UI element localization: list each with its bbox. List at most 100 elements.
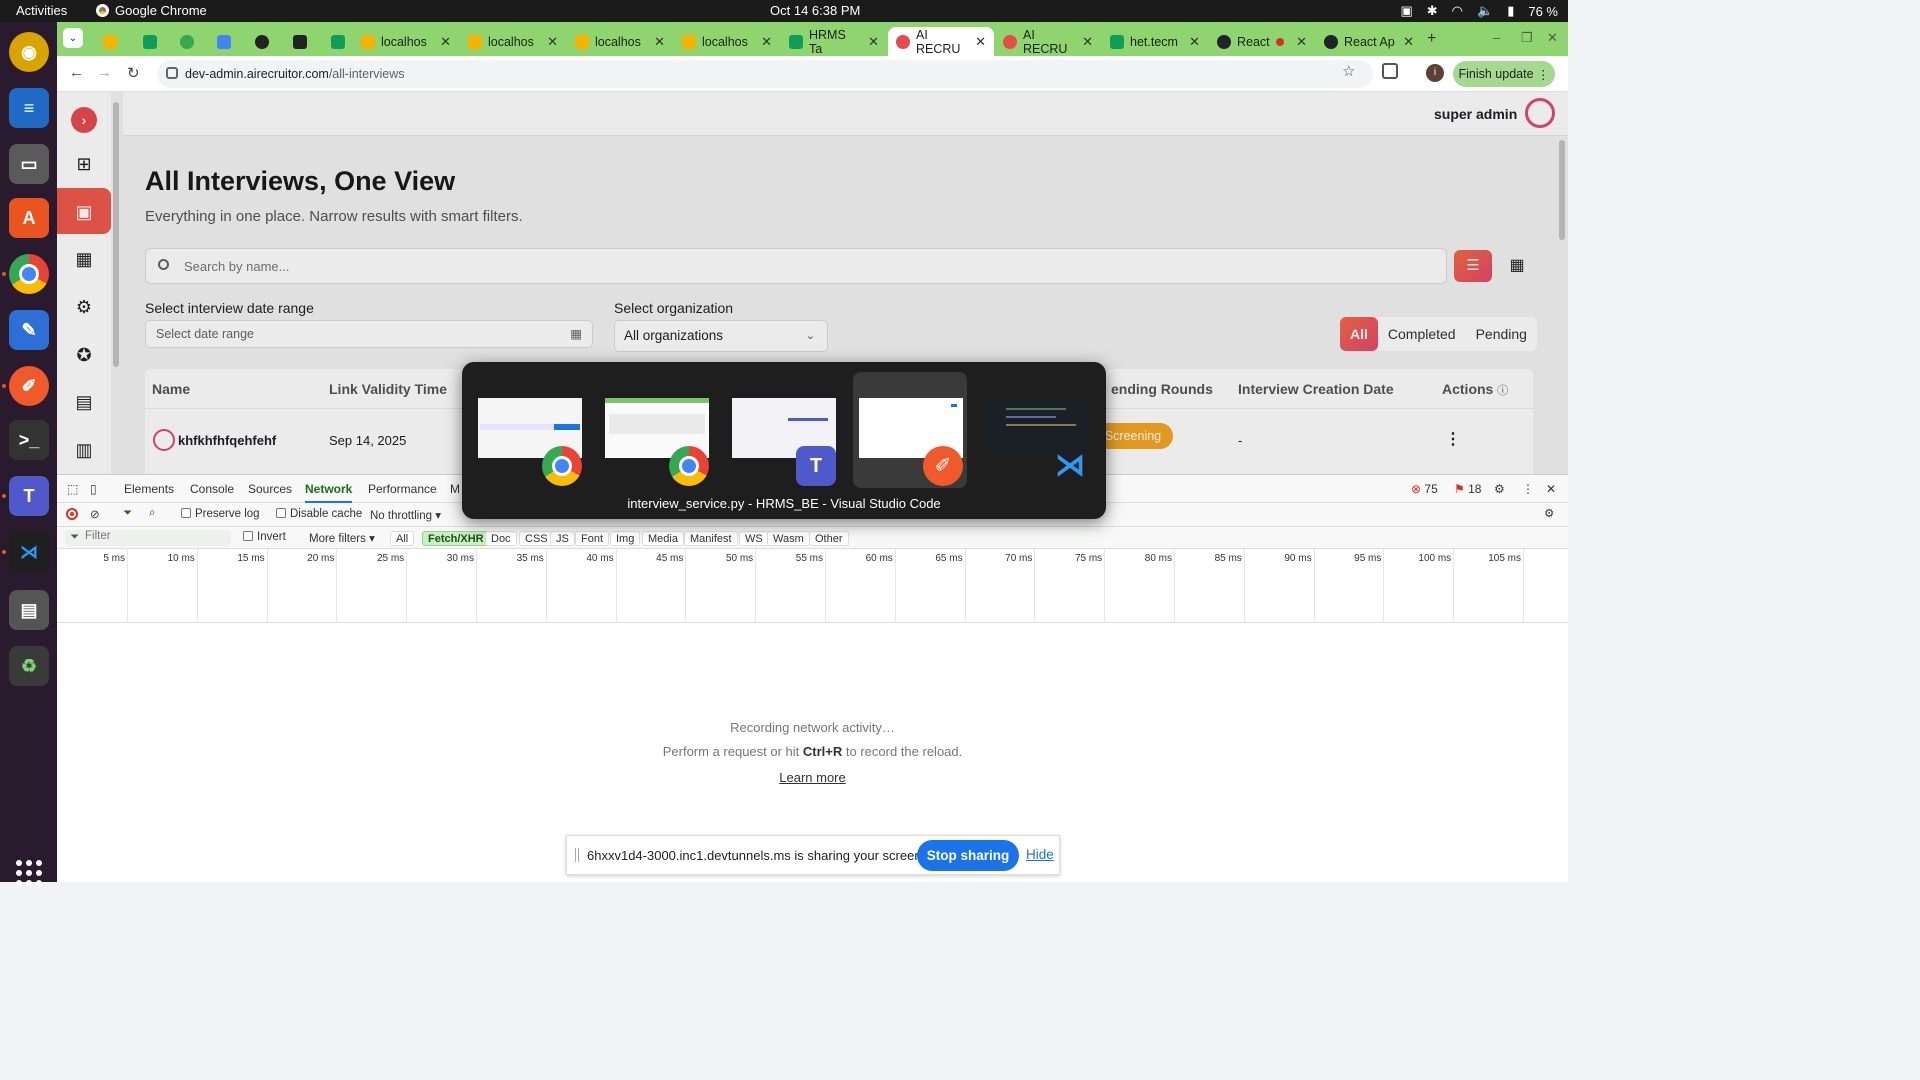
filter-icon[interactable]: ⏷ bbox=[123, 507, 132, 520]
close-tab-icon[interactable]: ✕ bbox=[547, 34, 558, 50]
network-overview-timeline[interactable]: 5 ms 10 ms 15 ms 20 ms 25 ms 30 ms 35 ms 40 ms 4… bbox=[57, 549, 1568, 623]
close-devtools-icon[interactable]: ✕ bbox=[1546, 482, 1556, 496]
files-secondary-icon[interactable]: ▤ bbox=[9, 590, 49, 630]
column-actions[interactable]: Actions ⓘ bbox=[1442, 381, 1508, 398]
column-link-validity[interactable]: Link Validity Time bbox=[329, 381, 447, 397]
date-range-input[interactable]: Select date range ▦ bbox=[145, 320, 593, 348]
schedule-icon[interactable]: ▦ bbox=[72, 247, 96, 271]
close-tab-icon[interactable]: ✕ bbox=[975, 34, 986, 50]
switcher-item-teams[interactable]: T bbox=[726, 372, 840, 488]
system-tray[interactable]: ▣ ✱ ◠ 🔈 ▮ 76 % bbox=[1400, 3, 1558, 19]
new-tab-icon[interactable]: + bbox=[1427, 30, 1436, 48]
tab-sources[interactable]: Sources bbox=[248, 482, 292, 496]
reload-icon[interactable]: ↻ bbox=[127, 64, 140, 82]
search-network-icon[interactable]: ⌕ bbox=[149, 507, 155, 520]
bookmark-star-icon[interactable]: ☆ bbox=[1342, 62, 1355, 80]
tab-search-button[interactable]: ⌄ bbox=[63, 28, 83, 48]
browser-tab[interactable] bbox=[95, 27, 125, 56]
type-filter-css[interactable]: CSS bbox=[519, 531, 554, 546]
grid-view-toggle[interactable]: ▦ bbox=[1498, 250, 1536, 282]
drawing-icon[interactable]: ✐ bbox=[9, 366, 49, 406]
switcher-item-vscode[interactable]: ⋊ bbox=[980, 372, 1094, 488]
type-filter-font[interactable]: Font bbox=[575, 531, 610, 546]
type-filter-img[interactable]: Img bbox=[610, 531, 641, 546]
hide-share-bar-link[interactable]: Hide bbox=[1026, 847, 1054, 862]
filter-all[interactable]: All bbox=[1340, 317, 1378, 351]
close-tab-icon[interactable]: ✕ bbox=[1082, 34, 1093, 50]
close-window-icon[interactable]: ✕ bbox=[1547, 30, 1558, 46]
browser-tab[interactable] bbox=[135, 27, 165, 56]
close-tab-icon[interactable]: ✕ bbox=[868, 34, 879, 50]
browser-tab[interactable]: localhos ✕ bbox=[460, 27, 566, 56]
devtools-settings-icon[interactable]: ⚙ bbox=[1494, 482, 1505, 496]
browser-tab[interactable] bbox=[323, 27, 353, 56]
browser-tab[interactable]: React Ap ✕ bbox=[1316, 27, 1422, 56]
device-toolbar-icon[interactable]: ▯ bbox=[90, 482, 97, 496]
disable-cache-checkbox[interactable]: Disable cache bbox=[276, 508, 362, 520]
browser-tab[interactable]: localhos ✕ bbox=[567, 27, 673, 56]
search-input[interactable]: Search by name... bbox=[145, 248, 1447, 284]
profile-avatar[interactable]: i bbox=[1426, 64, 1444, 82]
libreoffice-writer-icon[interactable]: ≡ bbox=[9, 88, 49, 128]
user-avatar[interactable] bbox=[1525, 98, 1555, 128]
network-settings-icon[interactable]: ⚙ bbox=[1544, 506, 1554, 520]
show-apps-icon[interactable] bbox=[16, 860, 42, 886]
close-tab-icon[interactable]: ✕ bbox=[1403, 34, 1414, 50]
tab-network[interactable]: Network bbox=[305, 482, 353, 503]
column-creation-date[interactable]: Interview Creation Date bbox=[1238, 381, 1394, 397]
files-icon[interactable]: ▭ bbox=[9, 144, 49, 184]
tab-elements[interactable]: Elements bbox=[124, 482, 174, 496]
filter-pending[interactable]: Pending bbox=[1466, 317, 1537, 351]
expand-sidebar-icon[interactable]: › bbox=[71, 107, 97, 133]
close-tab-icon[interactable]: ✕ bbox=[761, 34, 772, 50]
clear-icon[interactable]: ⊘ bbox=[90, 507, 100, 521]
browser-tab[interactable] bbox=[172, 27, 202, 56]
type-filter-all[interactable]: All bbox=[390, 531, 415, 546]
type-filter-manifest[interactable]: Manifest bbox=[684, 531, 738, 546]
type-filter-ws[interactable]: WS bbox=[739, 531, 769, 546]
sidebar-scrollbar[interactable] bbox=[113, 102, 119, 367]
browser-tab[interactable]: HRMS Ta ✕ bbox=[781, 27, 887, 56]
invert-checkbox[interactable]: Invert bbox=[243, 531, 286, 543]
filter-input[interactable]: Filter bbox=[65, 530, 231, 546]
report-icon[interactable]: ▥ bbox=[72, 438, 96, 462]
finish-update-button[interactable]: Finish update ⋮ bbox=[1453, 61, 1555, 87]
drag-handle-icon[interactable] bbox=[575, 848, 579, 862]
browser-tab[interactable]: het.tecm ✕ bbox=[1102, 27, 1208, 56]
browser-tab[interactable] bbox=[209, 27, 239, 56]
site-info-icon[interactable] bbox=[166, 67, 178, 79]
activities-button[interactable]: Activities bbox=[16, 3, 67, 18]
close-tab-icon[interactable]: ✕ bbox=[1296, 34, 1307, 50]
interviews-icon[interactable]: ▣ bbox=[72, 200, 96, 224]
teams-for-linux-icon[interactable]: T bbox=[9, 476, 49, 516]
row-actions-menu-icon[interactable]: ⋮ bbox=[1445, 429, 1461, 449]
badge-icon[interactable]: ✪ bbox=[72, 343, 96, 367]
chrome-dock-icon[interactable] bbox=[9, 254, 49, 294]
type-filter-js[interactable]: JS bbox=[550, 531, 575, 546]
organization-select[interactable]: All organizations ⌄ bbox=[614, 320, 828, 352]
learn-more-link[interactable]: Learn more bbox=[779, 770, 845, 785]
type-filter-other[interactable]: Other bbox=[809, 531, 849, 546]
browser-tab[interactable] bbox=[285, 27, 315, 56]
back-icon[interactable]: ← bbox=[69, 64, 84, 81]
candidate-name[interactable]: khfkhfhfqehfehf bbox=[178, 433, 276, 448]
inspect-element-icon[interactable]: ⬚ bbox=[67, 482, 78, 496]
switcher-item-chrome[interactable] bbox=[599, 372, 713, 488]
app-center-icon[interactable]: A bbox=[9, 198, 49, 238]
type-filter-media[interactable]: Media bbox=[642, 531, 684, 546]
type-filter-fetch-xhr[interactable]: Fetch/XHR bbox=[422, 531, 490, 546]
terminal-icon[interactable]: >_ bbox=[9, 420, 49, 460]
throttling-select[interactable]: No throttling ▾ bbox=[370, 508, 441, 522]
document-icon[interactable]: ▤ bbox=[72, 390, 96, 414]
tab-performance[interactable]: Performance bbox=[368, 482, 437, 496]
dashboard-icon[interactable]: ⊞ bbox=[72, 152, 96, 176]
vscode-icon[interactable]: ⋊ bbox=[9, 532, 49, 572]
page-scrollbar[interactable] bbox=[1559, 140, 1565, 240]
teams-tray-icon[interactable]: ▣ bbox=[1400, 3, 1412, 19]
more-filters-dropdown[interactable]: More filters ▾ bbox=[309, 531, 375, 545]
filter-completed[interactable]: Completed bbox=[1378, 317, 1466, 351]
tab-console[interactable]: Console bbox=[190, 482, 234, 496]
tab-more[interactable]: M bbox=[450, 482, 460, 496]
close-tab-icon[interactable]: ✕ bbox=[440, 34, 451, 50]
browser-tab[interactable]: localhos ✕ bbox=[353, 27, 459, 56]
